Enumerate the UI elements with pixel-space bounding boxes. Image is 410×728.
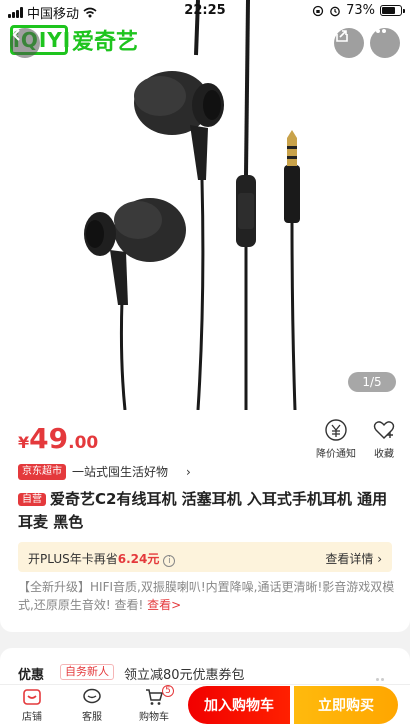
cart-label: 购物车 [139,712,169,723]
product-page: iQIYI 爱奇艺 1/5 中国移动 22:25 73% ¥ 49 .00 降价… [0,0,410,728]
more-button[interactable] [370,28,400,58]
coupon-heading: 优惠 [18,668,45,683]
heart-icon [373,421,395,439]
product-image-gallery[interactable]: iQIYI 爱奇艺 1/5 [0,0,410,410]
battery-icon [380,5,405,16]
store-row[interactable]: 京东超市 一站式囤生活好物 › [18,463,191,480]
cart-count-badge: 5 [162,685,174,697]
description-text: 【全新升级】HIFI音质,双振膜喇叭!内置降噪,通话更清晰!影音游戏双模式,还原… [18,580,395,612]
alarm-icon [330,6,340,16]
chevron-right-icon: › [186,464,191,479]
store-slogan: 一站式囤生活好物 [72,465,169,479]
price-notice-label: 降价通知 [316,449,356,460]
plus-prefix: 开PLUS年卡再省 [28,552,118,566]
store-tag: 京东超市 [18,463,66,480]
product-title-block: 自营 爱奇艺C2有线耳机 活塞耳机 入耳式手机耳机 通用耳麦 黑色 [18,488,396,534]
coupon-row[interactable]: 优惠 自务新人 领立减80元优惠券包 [0,648,410,688]
battery-fill [382,7,396,14]
price-integer: 49 [29,422,69,455]
favorite-button[interactable]: 收藏 [360,418,408,460]
plus-promo-text: 开PLUS年卡再省6.24元 i [28,550,176,567]
logo-text: 爱奇艺 [72,30,139,55]
rotation-lock-icon [312,5,324,16]
info-icon[interactable]: i [163,555,176,567]
back-button[interactable] [10,28,40,58]
price-symbol: ¥ [18,433,30,452]
product-info-card: ¥ 49 .00 降价通知 收藏 京东超市 一站式囤生活好物 › 自营 爱奇艺C2… [0,410,410,632]
price: ¥ 49 .00 [18,422,98,455]
plus-amount: 6.24元 [117,552,160,566]
description-more-link[interactable]: 查看> [147,598,181,612]
store-button[interactable]: 店铺 [12,687,52,723]
product-title: 爱奇艺C2有线耳机 活塞耳机 入耳式手机耳机 通用耳麦 黑色 [18,490,388,531]
buy-now-button[interactable]: 立即购买 [294,686,398,724]
store-label: 店铺 [22,712,42,723]
earphone-product-image [84,0,300,410]
battery-percent: 73% [346,3,375,18]
price-alert-icon [325,419,347,441]
image-pager: 1/5 [348,372,396,392]
price-decimal: .00 [68,433,99,453]
service-label: 客服 [82,712,102,723]
plus-promo-bar[interactable]: 开PLUS年卡再省6.24元 i 查看详情 › [18,542,392,572]
share-icon [336,30,348,42]
coupon-tag: 自务新人 [60,664,114,680]
status-bar: 中国移动 22:25 73% [0,0,410,22]
store-icon [23,689,41,705]
plus-detail-link[interactable]: 查看详情 › [325,550,382,567]
favorite-label: 收藏 [374,449,394,460]
share-button[interactable] [334,28,364,58]
add-to-cart-button[interactable]: 加入购物车 [188,686,290,724]
product-description: 【全新升级】HIFI音质,双振膜喇叭!内置降噪,通话更清晰!影音游戏双模式,还原… [18,578,396,614]
coupon-text: 领立减80元优惠券包 [124,668,245,683]
chat-icon [83,688,101,704]
chevron-left-icon [12,29,20,41]
self-operated-tag: 自营 [18,493,46,506]
more-dots-icon [370,29,386,33]
service-button[interactable]: 客服 [72,687,112,723]
bottom-action-bar: 店铺 客服 购物车 5 加入购物车 立即购买 [0,684,410,728]
more-dots-icon [374,670,390,681]
cart-icon [146,689,163,705]
price-notice-button[interactable]: 降价通知 [312,418,360,460]
cart-button[interactable]: 购物车 5 [134,685,174,723]
